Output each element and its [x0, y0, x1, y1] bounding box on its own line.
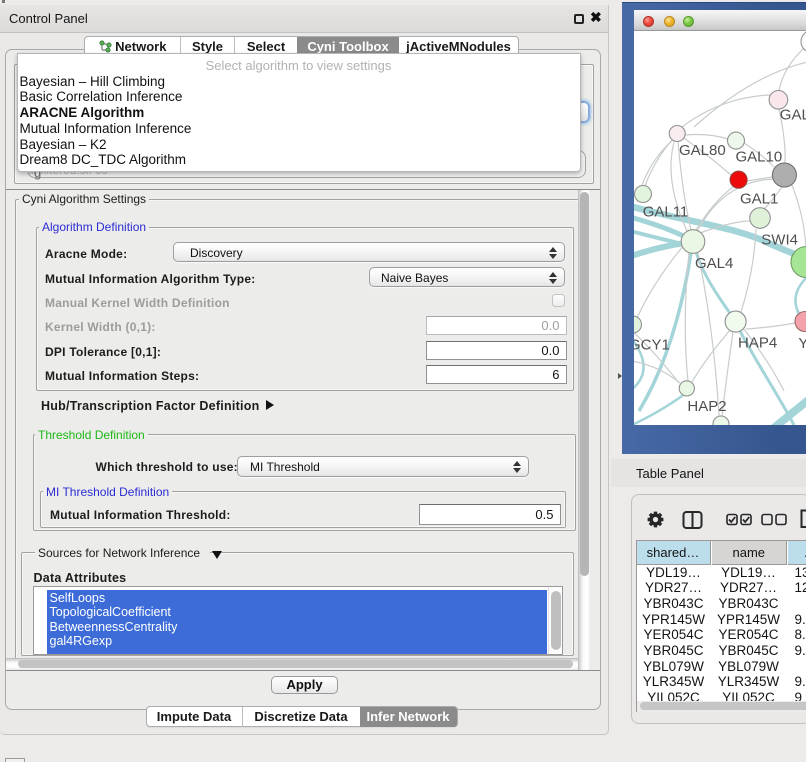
svg-text:HAP2: HAP2	[687, 398, 726, 415]
svg-text:GCY1: GCY1	[634, 337, 670, 354]
svg-text:GAL80: GAL80	[679, 142, 726, 159]
svg-text:Y: Y	[798, 335, 806, 352]
svg-text:HAP4: HAP4	[738, 335, 777, 352]
svg-text:GAL11: GAL11	[643, 204, 689, 221]
svg-text:GAL10: GAL10	[736, 149, 783, 166]
svg-text:GAL4: GAL4	[695, 255, 733, 272]
svg-text:GAL: GAL	[780, 107, 806, 124]
svg-text:SWI4: SWI4	[761, 232, 798, 249]
svg-text:GAL1: GAL1	[740, 191, 778, 208]
